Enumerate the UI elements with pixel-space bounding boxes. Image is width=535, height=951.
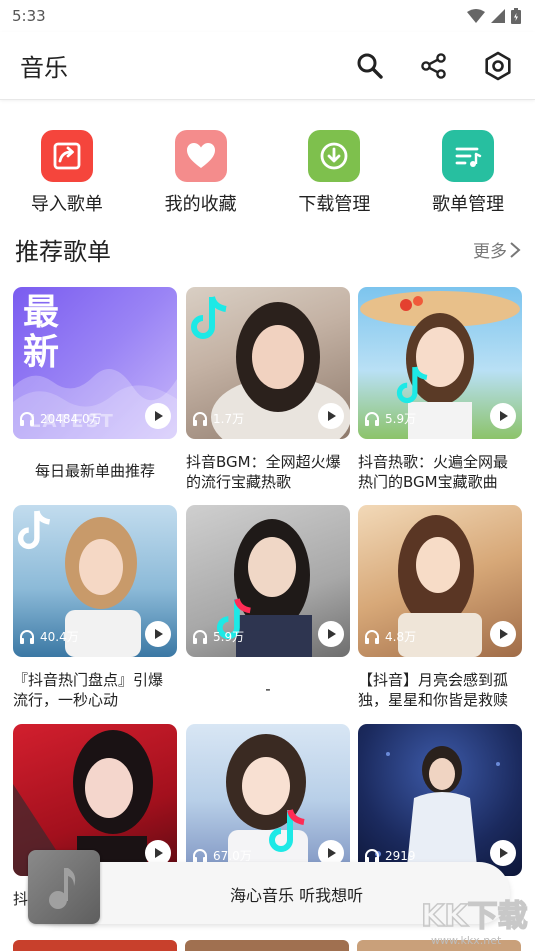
section-header: 推荐歌单 更多: [15, 232, 521, 267]
playlist-title: 抖音热歌：火遍全网最热门的BGM宝藏歌曲: [358, 453, 509, 491]
app-actions: [353, 49, 515, 83]
playlist-cover: 4.8万: [358, 505, 522, 657]
playlist-card[interactable]: 最 新 LATEST 20484.0万 每日最新单曲推荐: [13, 287, 177, 503]
playlist-icon: [442, 130, 495, 182]
headphones-icon: [365, 411, 379, 426]
play-count: 40.4万: [19, 628, 79, 645]
playlist-card[interactable]: 1.7万 抖音BGM：全网超火爆的流行宝藏热歌: [186, 287, 350, 494]
signal-icon: [491, 9, 505, 23]
play-count: 5.9万: [192, 628, 244, 645]
playlist-title: 每日最新单曲推荐: [34, 462, 155, 480]
play-icon: [500, 629, 508, 639]
play-button[interactable]: [318, 621, 344, 647]
playlist-card[interactable]: 5.9万 -: [186, 505, 350, 721]
play-button[interactable]: [145, 403, 171, 429]
wifi-icon: [467, 9, 485, 23]
play-button[interactable]: [318, 403, 344, 429]
quick-label: 导入歌单: [30, 194, 103, 215]
playlist-cover: 40.4万: [13, 505, 177, 657]
svg-text:KK下载: KK下载: [421, 899, 528, 934]
playlist-cover: 2919: [358, 724, 522, 876]
search-button[interactable]: [353, 49, 387, 83]
chevron-right-icon: [510, 241, 521, 258]
app-bar: 音乐: [0, 32, 535, 100]
headphones-icon: [365, 629, 379, 644]
headphones-icon: [193, 629, 207, 644]
more-label: 更多: [473, 242, 507, 262]
play-button[interactable]: [490, 621, 516, 647]
playlist-card[interactable]: 4.8万 【抖音】月亮会感到孤独，星星和你皆是救赎: [358, 505, 522, 712]
playlist-card[interactable]: 5.9万 抖音热歌：火遍全网最热门的BGM宝藏歌曲: [358, 287, 522, 494]
playlist-cover: 最 新 LATEST 20484.0万: [13, 287, 177, 439]
settings-icon: [485, 51, 511, 80]
mini-player-text: 海心音乐 听我想听: [230, 886, 364, 905]
play-count: 4.8万: [364, 628, 416, 645]
play-icon: [328, 411, 336, 421]
play-count: 5.9万: [364, 410, 416, 427]
quick-label: 下载管理: [298, 194, 371, 215]
search-icon: [357, 53, 383, 79]
play-count: 20484.0万: [19, 410, 102, 427]
play-icon: [328, 848, 336, 858]
headphones-icon: [20, 629, 34, 644]
battery-icon: [511, 8, 521, 24]
playlist-title: -: [265, 680, 271, 698]
play-icon: [155, 848, 163, 858]
playlist-cover: 67.0万: [186, 724, 350, 876]
tiktok-logo-icon: [269, 809, 305, 852]
headphones-icon: [20, 411, 34, 426]
playlist-title: 【抖音】月亮会感到孤独，星星和你皆是救赎: [358, 671, 509, 709]
play-icon: [155, 629, 163, 639]
playlist-title: 『抖音热门盘点』引爆流行，一秒心动: [13, 671, 164, 709]
settings-button[interactable]: [481, 49, 515, 83]
play-icon: [155, 411, 163, 421]
tiktok-logo-icon: [191, 296, 227, 339]
playlist-cover: 5.9万: [186, 505, 350, 657]
quick-label: 歌单管理: [432, 194, 505, 215]
heart-icon: [174, 130, 227, 182]
play-button[interactable]: [490, 403, 516, 429]
more-link[interactable]: 更多: [473, 237, 521, 262]
playlist-cover: 5.9万: [358, 287, 522, 439]
import-icon: [40, 130, 93, 182]
playlist-card[interactable]: 2919: [358, 724, 522, 876]
play-icon: [328, 629, 336, 639]
share-button[interactable]: [417, 49, 451, 83]
headphones-icon: [193, 411, 207, 426]
svg-text:www.kkx.net: www.kkx.net: [431, 934, 502, 947]
page-title: 音乐: [20, 54, 68, 82]
playlist-card[interactable]: 40.4万 『抖音热门盘点』引爆流行，一秒心动: [13, 505, 177, 712]
section-title: 推荐歌单: [15, 238, 111, 266]
play-button[interactable]: [490, 840, 516, 866]
play-count: 1.7万: [192, 410, 244, 427]
status-bar: 5:33: [0, 0, 535, 32]
quick-entries: 导入歌单 我的收藏 下载管理 歌单管理: [0, 100, 535, 318]
mini-player-cover[interactable]: [28, 850, 100, 924]
playlist-card[interactable]: 67.0万: [186, 724, 350, 876]
share-icon: [421, 52, 446, 79]
music-note-icon: [49, 868, 76, 909]
play-button[interactable]: [145, 621, 171, 647]
cover-text: 最 新: [23, 292, 60, 373]
download-icon: [308, 130, 361, 182]
playlist-title: 抖音BGM：全网超火爆的流行宝藏热歌: [186, 453, 341, 491]
tiktok-logo-icon: [17, 510, 51, 550]
status-time: 5:33: [12, 7, 46, 25]
watermark-logo: KK下载 www.kkx.net: [417, 890, 529, 948]
playlist-cover: 1.7万: [186, 287, 350, 439]
play-icon: [500, 848, 508, 858]
status-icons: [467, 8, 521, 24]
quick-label: 我的收藏: [164, 194, 237, 215]
tiktok-logo-icon: [396, 366, 428, 404]
play-icon: [500, 411, 508, 421]
